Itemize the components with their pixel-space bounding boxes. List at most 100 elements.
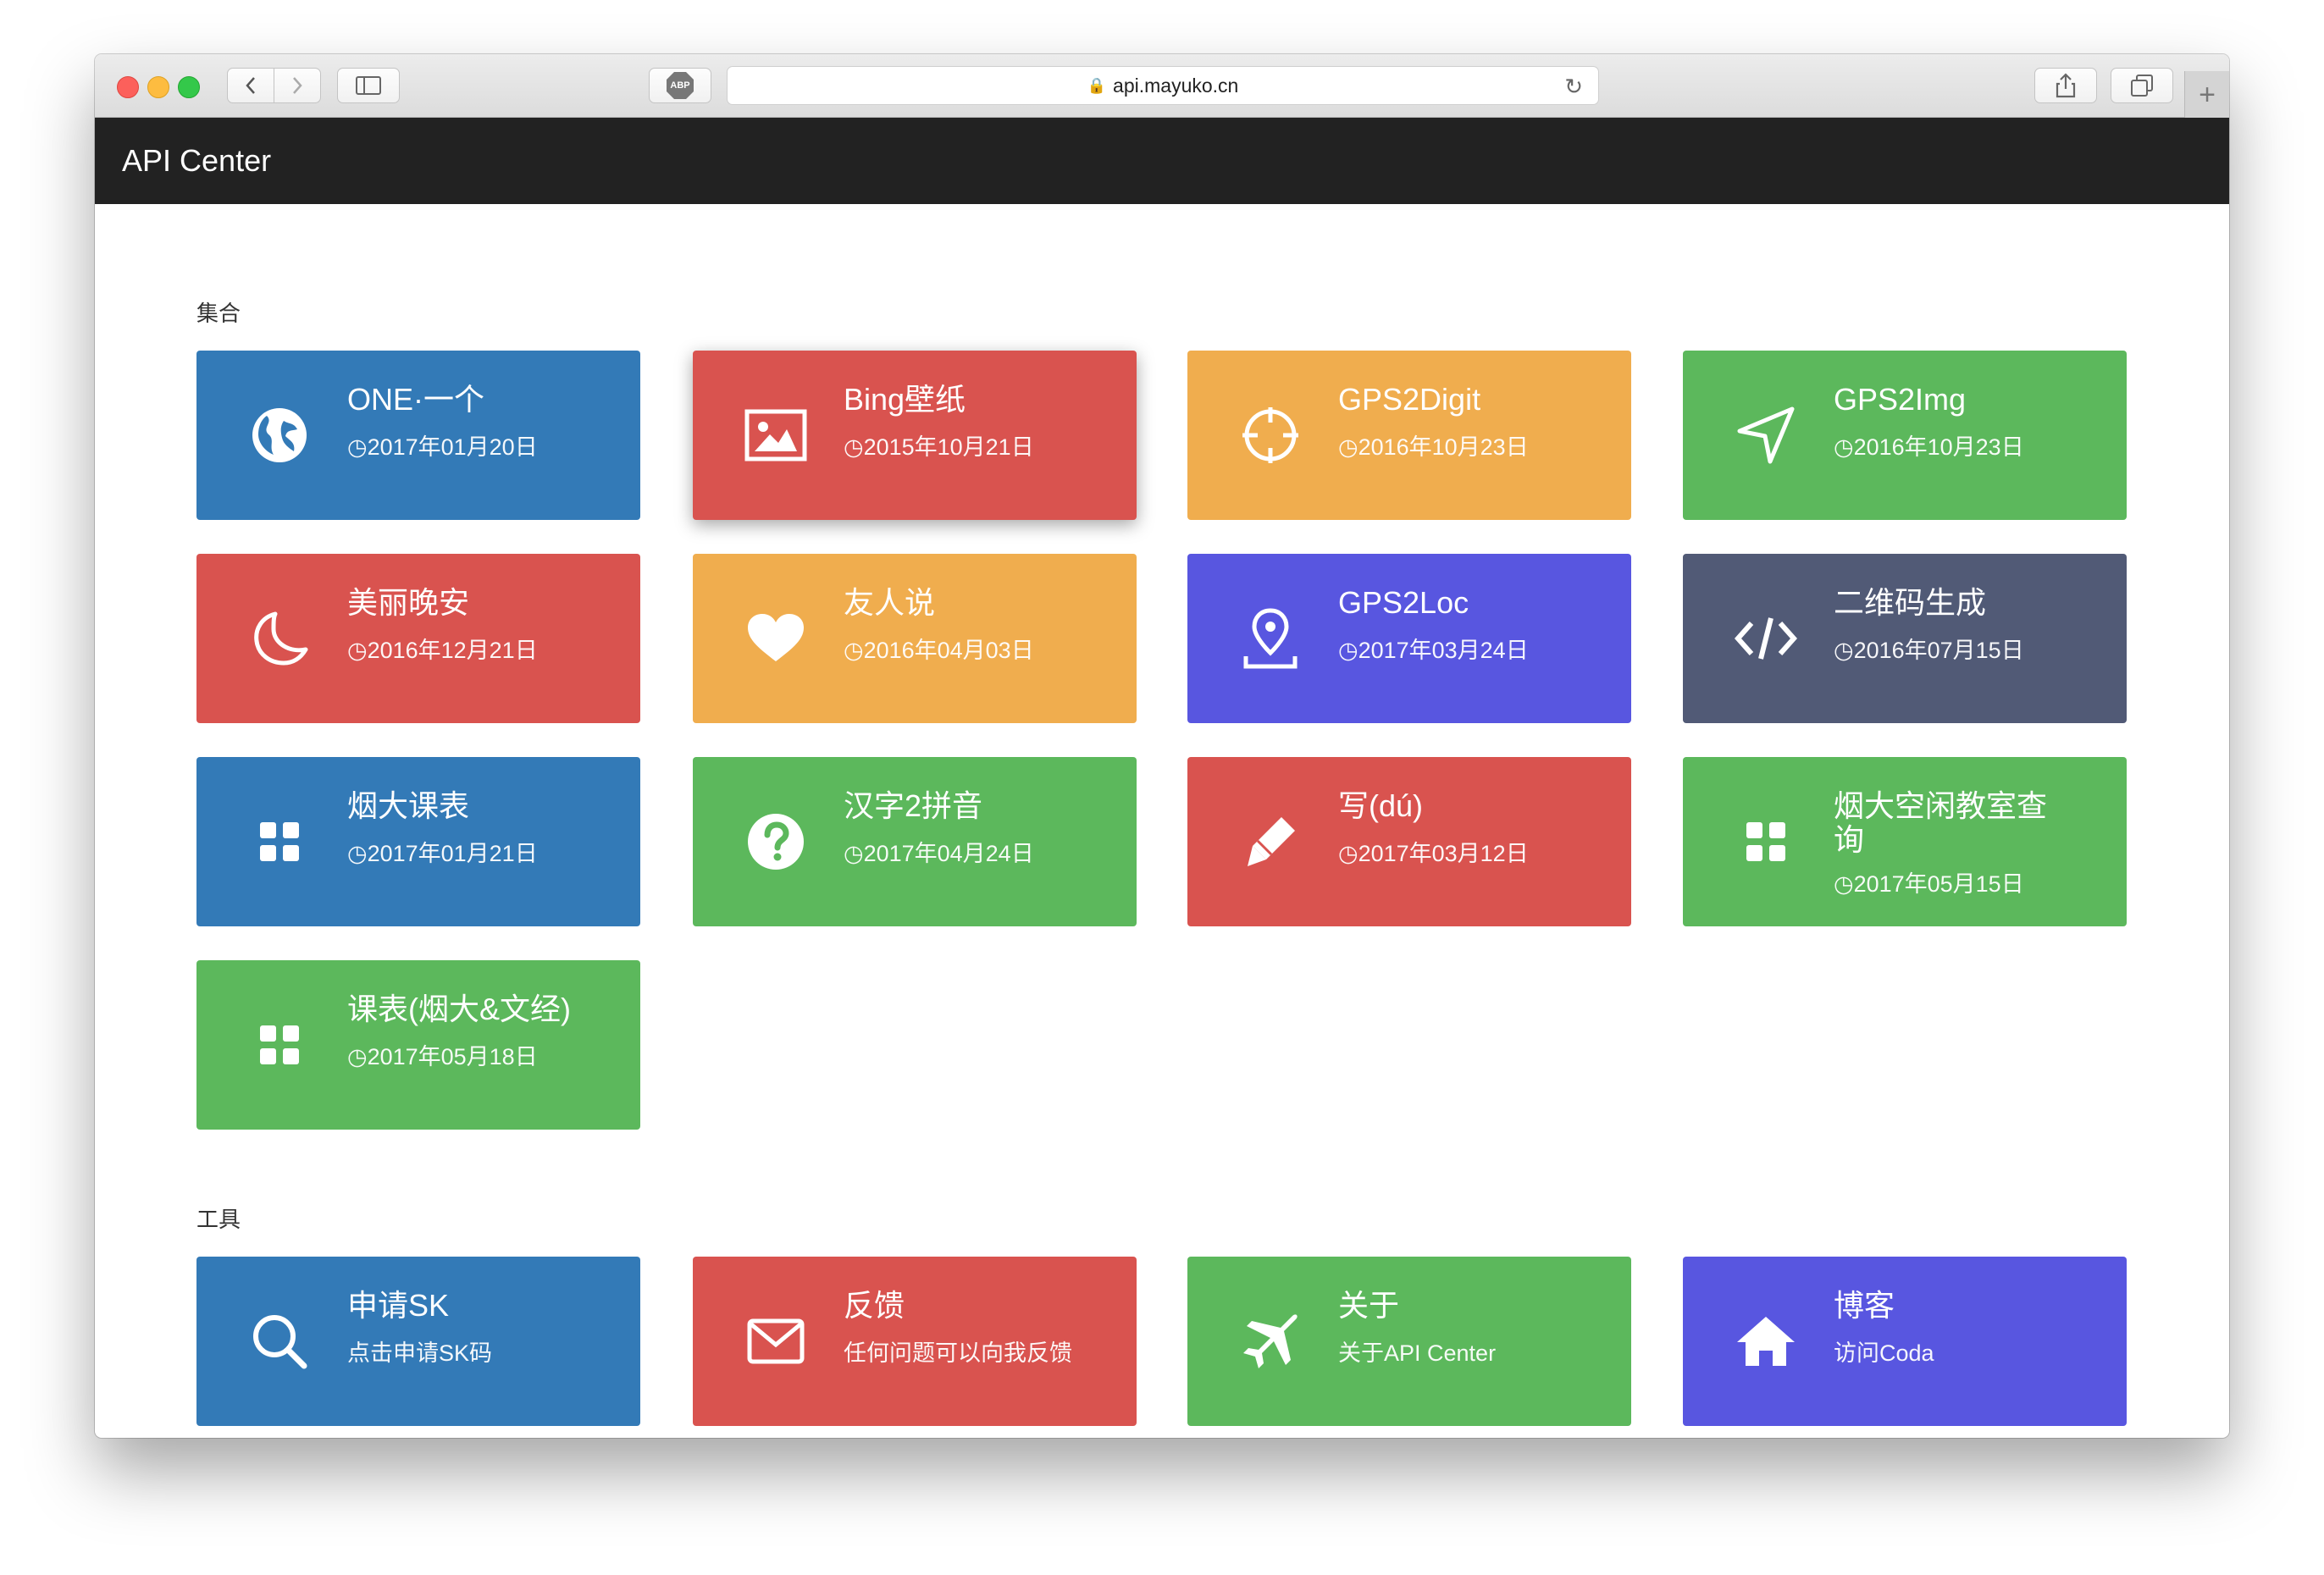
close-window-button[interactable] — [117, 76, 139, 98]
tabs-overview-button[interactable] — [2111, 68, 2173, 103]
tile-date: 2015年10月21日 — [863, 434, 1034, 460]
sidebar-icon — [356, 76, 381, 95]
tile-title: Bing壁纸 — [844, 382, 966, 417]
adblock-label: ABP — [670, 80, 690, 91]
tile-apply-sk[interactable]: 申请SK 点击申请SK码 — [196, 1257, 640, 1426]
tile-gps2loc[interactable]: GPS2Loc ◷2017年03月24日 — [1187, 554, 1631, 723]
tile-date: 2016年04月03日 — [863, 638, 1034, 663]
tile-youren-shuo[interactable]: 友人说 ◷2016年04月03日 — [693, 554, 1137, 723]
clock-icon: ◷ — [1338, 434, 1358, 460]
plus-icon: + — [2199, 78, 2216, 111]
clock-icon: ◷ — [347, 638, 368, 663]
tile-date: 2017年01月21日 — [367, 841, 538, 866]
moon-icon — [247, 606, 312, 671]
tile-gps2digit[interactable]: GPS2Digit ◷2016年10月23日 — [1187, 351, 1631, 520]
clock-icon: ◷ — [347, 841, 368, 866]
tile-title: 关于 — [1338, 1288, 1400, 1323]
tile-hanzi-pinyin[interactable]: 汉字2拼音 ◷2017年04月24日 — [693, 757, 1137, 926]
tile-date: 2017年03月12日 — [1358, 841, 1529, 866]
grid-icon — [247, 1013, 312, 1077]
tile-feedback[interactable]: 反馈 任何问题可以向我反馈 — [693, 1257, 1137, 1426]
tile-title: GPS2Img — [1834, 382, 1967, 417]
search-icon — [247, 1309, 312, 1373]
heart-icon — [744, 606, 808, 671]
tile-title: 汉字2拼音 — [844, 788, 983, 823]
question-icon — [744, 810, 808, 874]
tile-yantai-schedule[interactable]: 烟大课表 ◷2017年01月21日 — [196, 757, 640, 926]
send-arrow-icon — [1734, 403, 1798, 467]
minimize-window-button[interactable] — [147, 76, 169, 98]
adblock-button[interactable]: ABP — [649, 68, 711, 103]
tile-title: GPS2Loc — [1338, 585, 1469, 620]
url-text: api.mayuko.cn — [1113, 74, 1239, 97]
tile-one[interactable]: ONE·一个 ◷2017年01月20日 — [196, 351, 640, 520]
clock-icon: ◷ — [1834, 638, 1854, 663]
tile-free-classroom[interactable]: 烟大空闲教室查询 ◷2017年05月15日 — [1683, 757, 2127, 926]
tile-title: GPS2Digit — [1338, 382, 1481, 417]
tile-subtitle: 关于API Center — [1338, 1340, 1497, 1366]
tile-title: ONE·一个 — [347, 382, 485, 417]
tile-date: 2016年10月23日 — [1853, 434, 2024, 460]
tile-about[interactable]: 关于 关于API Center — [1187, 1257, 1631, 1426]
tile-blog[interactable]: 博客 访问Coda — [1683, 1257, 2127, 1426]
lock-icon: 🔒 — [1087, 76, 1107, 94]
forward-button[interactable] — [274, 68, 321, 103]
home-icon — [1734, 1309, 1798, 1373]
reload-icon[interactable]: ↻ — [1564, 74, 1583, 100]
sidebar-toggle-button[interactable] — [337, 68, 400, 103]
clock-icon: ◷ — [347, 1044, 368, 1069]
address-bar[interactable]: 🔒 api.mayuko.cn ↻ — [727, 66, 1599, 105]
share-icon — [2056, 73, 2076, 98]
tile-date: 2017年05月18日 — [367, 1044, 538, 1069]
globe-icon — [247, 403, 312, 467]
section-title-collection: 集合 — [196, 301, 241, 326]
tile-xie-du[interactable]: 写(dú) ◷2017年03月12日 — [1187, 757, 1631, 926]
tile-title: 申请SK — [347, 1288, 450, 1323]
clock-icon: ◷ — [1834, 871, 1854, 897]
zoom-window-button[interactable] — [178, 76, 200, 98]
clock-icon: ◷ — [844, 434, 864, 460]
tile-title: 烟大课表 — [347, 788, 470, 823]
tile-date: 2016年12月21日 — [367, 638, 538, 663]
tile-gps2img[interactable]: GPS2Img ◷2016年10月23日 — [1683, 351, 2127, 520]
chevron-left-icon — [246, 77, 255, 94]
map-pin-icon — [1238, 606, 1303, 671]
new-tab-button[interactable]: + — [2184, 71, 2229, 119]
tile-qrcode[interactable]: 二维码生成 ◷2016年07月15日 — [1683, 554, 2127, 723]
clock-icon: ◷ — [844, 638, 864, 663]
tile-date: 2016年10月23日 — [1358, 434, 1529, 460]
brand-link[interactable]: API Center — [122, 143, 271, 179]
tile-date: 2017年03月24日 — [1358, 638, 1529, 663]
plane-icon — [1238, 1309, 1303, 1373]
grid-icon — [247, 810, 312, 874]
section-title-tools: 工具 — [196, 1207, 241, 1232]
clock-icon: ◷ — [1338, 841, 1358, 866]
tile-subtitle: 访问Coda — [1834, 1340, 1934, 1366]
crosshair-icon — [1238, 403, 1303, 467]
back-button[interactable] — [227, 68, 274, 103]
tile-schedule-yantai-wenjing[interactable]: 课表(烟大&文经) ◷2017年05月18日 — [196, 960, 640, 1130]
grid-icon — [1734, 810, 1798, 874]
clock-icon: ◷ — [1338, 638, 1358, 663]
tabs-icon — [2131, 75, 2153, 97]
clock-icon: ◷ — [347, 434, 368, 460]
picture-icon — [744, 403, 808, 467]
tile-subtitle: 点击申请SK码 — [347, 1340, 493, 1366]
pencil-icon — [1238, 810, 1303, 874]
code-icon — [1734, 606, 1798, 671]
tile-title: 课表(烟大&文经) — [347, 992, 571, 1026]
share-button[interactable] — [2034, 68, 2097, 103]
tile-meili-wanan[interactable]: 美丽晚安 ◷2016年12月21日 — [196, 554, 640, 723]
browser-window: ABP 🔒 api.mayuko.cn ↻ + API Center 集合 ON… — [95, 54, 2229, 1438]
browser-toolbar: ABP 🔒 api.mayuko.cn ↻ + — [95, 54, 2229, 119]
chevron-right-icon — [293, 77, 302, 94]
tile-title: 二维码生成 — [1834, 585, 1987, 620]
tile-bing[interactable]: Bing壁纸 ◷2015年10月21日 — [693, 351, 1137, 520]
tile-title: 美丽晚安 — [347, 585, 470, 620]
clock-icon: ◷ — [844, 841, 864, 866]
tile-date: 2017年01月20日 — [367, 434, 538, 460]
tile-title: 博客 — [1834, 1288, 1895, 1323]
tile-title: 烟大空闲教室查询 — [1834, 788, 2048, 857]
tile-date: 2017年04月24日 — [863, 841, 1034, 866]
tile-date: 2016年07月15日 — [1853, 638, 2024, 663]
